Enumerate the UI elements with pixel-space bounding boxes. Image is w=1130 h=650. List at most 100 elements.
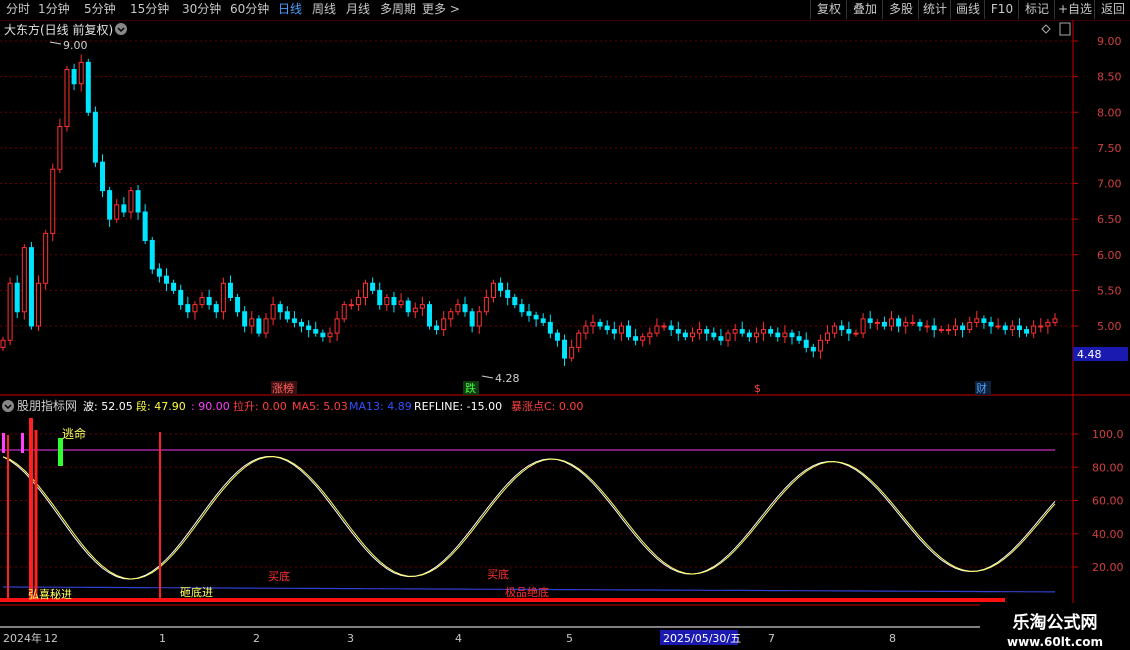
add-watchlist-button[interactable]: +自选: [1054, 0, 1095, 19]
watermark-title: 乐淘公式网: [1012, 613, 1098, 633]
time-label: 2024年: [3, 631, 42, 645]
candle-body: [1009, 325, 1015, 331]
marker-dollar[interactable]: $: [754, 382, 761, 395]
marker-drop[interactable]: 跌: [465, 381, 476, 395]
candle-body: [142, 211, 148, 241]
statistics-button[interactable]: 统计: [918, 0, 951, 19]
multi-stock-button[interactable]: 多股: [882, 0, 919, 19]
candle-body: [825, 332, 831, 341]
candle-body: [960, 325, 966, 331]
candle-body: [36, 282, 42, 327]
candle-body: [739, 329, 745, 334]
indicator-name: 股朋指标网: [17, 398, 77, 413]
candle-body: [469, 311, 475, 327]
draw-line-button[interactable]: 画线: [950, 0, 985, 19]
candle-body: [654, 325, 660, 334]
tab-daily[interactable]: 日线: [278, 1, 302, 18]
indicator-wave: 波: 52.05: [83, 400, 133, 413]
candle-body: [896, 318, 902, 327]
candle-body: [1031, 325, 1037, 334]
candle-body: [846, 329, 852, 334]
indicator-ma5: MA5: 5.03: [292, 400, 348, 413]
price-tick-label: 6.50: [1097, 213, 1122, 226]
candle-body: [860, 318, 866, 334]
tab-timeshare[interactable]: 分时: [6, 1, 30, 18]
tab-more[interactable]: 更多 >: [422, 1, 460, 18]
tab-30min[interactable]: 30分钟: [182, 1, 221, 18]
overlay-button[interactable]: 叠加: [846, 0, 883, 19]
indicator-tick-label: 80.00: [1092, 461, 1124, 474]
candle-body: [732, 329, 738, 334]
layout-toggle-icon[interactable]: [1059, 22, 1071, 36]
escape-signal: [58, 438, 63, 466]
candle-body: [363, 282, 369, 298]
candle-body: [647, 332, 653, 338]
candle-body: [839, 325, 845, 331]
candle-body: [505, 289, 511, 298]
f10-button[interactable]: F10: [984, 0, 1019, 19]
candle-body: [746, 332, 752, 338]
label-buy-bottom: 买底: [268, 569, 290, 583]
candle-body: [185, 304, 191, 313]
tab-weekly[interactable]: 周线: [312, 1, 336, 18]
mark-button[interactable]: 标记: [1018, 0, 1055, 19]
candle-body: [92, 111, 98, 163]
candle-body: [611, 329, 617, 334]
candle-body: [583, 325, 589, 334]
tab-multi-period[interactable]: 多周期: [380, 1, 416, 18]
candle-body: [689, 332, 695, 338]
candle-body: [981, 318, 987, 323]
indicator-level: : 90.00: [191, 400, 230, 413]
candle-body: [903, 321, 909, 327]
candle-body: [810, 346, 816, 352]
adjust-button[interactable]: 复权: [810, 0, 847, 19]
candle-body: [384, 297, 390, 306]
candle-body: [526, 311, 532, 316]
candle-body: [14, 282, 20, 313]
candle-body: [348, 304, 354, 307]
diamond-icon[interactable]: [1041, 24, 1051, 34]
candle-body: [533, 314, 539, 320]
tab-monthly[interactable]: 月线: [346, 1, 370, 18]
marker-finance[interactable]: 财: [976, 381, 987, 395]
candle-body: [426, 304, 432, 327]
watermark: 乐淘公式网 www.60lt.com: [980, 603, 1130, 650]
high-price-label: 9.00: [63, 39, 88, 52]
time-axis: 2024年 12 1 2 3 4 5 2025/05/30/五 7 8: [3, 630, 896, 645]
candle-body: [434, 325, 440, 331]
candle-body: [398, 300, 404, 306]
candle-body: [668, 325, 674, 331]
label-escape: 逃命: [62, 426, 86, 441]
chevron-down-icon[interactable]: [2, 400, 14, 412]
label-bottom-entry: 砸底进: [180, 585, 213, 599]
candle-body: [498, 282, 504, 291]
candle-body: [28, 247, 34, 327]
back-button[interactable]: 返回: [1094, 0, 1130, 19]
tab-5min[interactable]: 5分钟: [84, 1, 116, 18]
candle-body: [618, 325, 624, 334]
label-buy-early: 弘喜秘进: [28, 587, 72, 601]
label-ultimate-bottom: 极品绝底: [505, 585, 549, 599]
candle-body: [235, 297, 241, 313]
candle-body: [163, 275, 169, 284]
candle-body: [753, 332, 759, 338]
time-label: 2: [253, 632, 260, 645]
indicator-segment: 段: 47.90: [136, 399, 186, 413]
candle-body: [775, 332, 781, 338]
chevron-down-icon[interactable]: [115, 23, 127, 35]
price-tick-label: 7.00: [1097, 178, 1122, 191]
tab-60min[interactable]: 60分钟: [230, 1, 269, 18]
stock-chart[interactable]: 大东方(日线 前复权) 9.00 8.50 8.00 7.50 7.00 6.50 6.00…: [0, 20, 1130, 650]
marker-limit-up[interactable]: 涨榜: [272, 381, 294, 395]
candle-body: [0, 339, 6, 348]
candle-body: [867, 318, 873, 323]
candle-body: [1038, 325, 1044, 328]
candle-body: [640, 336, 646, 341]
tab-1min[interactable]: 1分钟: [38, 1, 70, 18]
surge-spikes: [2, 418, 161, 600]
candle-body: [718, 336, 724, 341]
candle-body: [576, 332, 582, 348]
candle-body: [590, 321, 596, 327]
tab-15min[interactable]: 15分钟: [130, 1, 169, 18]
candle-body: [206, 297, 212, 306]
